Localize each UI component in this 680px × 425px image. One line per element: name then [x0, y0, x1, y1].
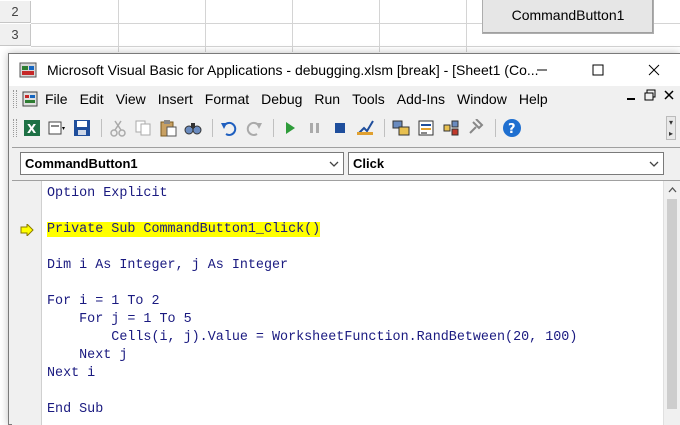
object-dropdown[interactable]: CommandButton1 — [20, 152, 344, 175]
execution-arrow-icon — [20, 224, 34, 236]
window-title: Microsoft Visual Basic for Applications … — [47, 62, 539, 78]
project-explorer-icon[interactable] — [390, 117, 412, 139]
toolbar-overflow-button[interactable]: ▾ ▸ — [666, 116, 676, 140]
title-bar[interactable]: Microsoft Visual Basic for Applications … — [9, 54, 680, 86]
code-lines: Option Explicit Private Sub CommandButto… — [47, 185, 577, 419]
menu-help[interactable]: Help — [513, 91, 554, 107]
code-line: Next j — [47, 348, 128, 363]
mdi-minimize-icon[interactable] — [626, 89, 636, 101]
toolbox-icon[interactable] — [465, 117, 487, 139]
maximize-button[interactable] — [575, 54, 621, 86]
menu-view[interactable]: View — [110, 91, 152, 107]
menu-insert[interactable]: Insert — [152, 91, 199, 107]
command-button[interactable]: CommandButton1 — [482, 0, 654, 34]
find-icon[interactable] — [182, 117, 204, 139]
minimize-icon — [537, 69, 547, 71]
code-line: For j = 1 To 5 — [47, 312, 192, 327]
redo-icon[interactable] — [243, 117, 265, 139]
menu-window[interactable]: Window — [451, 91, 513, 107]
code-editor[interactable]: Option Explicit Private Sub CommandButto… — [12, 180, 680, 425]
grid-line — [466, 0, 467, 52]
row-header[interactable]: 2 — [0, 1, 31, 23]
mdi-restore-icon[interactable] — [644, 89, 656, 101]
code-line: Cells(i, j).Value = WorksheetFunction.Ra… — [47, 330, 578, 345]
design-mode-icon[interactable] — [354, 117, 376, 139]
vba-doc-icon[interactable] — [21, 90, 39, 108]
code-line: End Sub — [47, 402, 104, 417]
menu-format[interactable]: Format — [199, 91, 255, 107]
object-dropdown-value: CommandButton1 — [25, 156, 138, 171]
scroll-up-icon[interactable] — [664, 181, 680, 198]
scrollbar-thumb[interactable] — [667, 199, 677, 409]
chevron-down-icon[interactable] — [325, 153, 343, 174]
menu-run[interactable]: Run — [308, 91, 346, 107]
paste-icon[interactable] — [157, 117, 179, 139]
menu-addins[interactable]: Add-Ins — [391, 91, 451, 107]
help-icon[interactable]: ? — [501, 117, 523, 139]
close-icon — [648, 64, 660, 76]
break-icon[interactable] — [304, 117, 326, 139]
run-icon[interactable] — [279, 117, 301, 139]
toolbar-separator — [101, 119, 102, 137]
menu-debug[interactable]: Debug — [255, 91, 308, 107]
standard-toolbar: X ? ▾ ▸ — [9, 114, 680, 142]
toolbar-separator — [495, 119, 496, 137]
toolbar-grip[interactable] — [13, 119, 17, 137]
svg-text:?: ? — [508, 122, 516, 137]
menu-file[interactable]: File — [39, 91, 74, 107]
grid-line — [31, 46, 680, 47]
minimize-button[interactable] — [519, 54, 565, 86]
copy-icon[interactable] — [132, 117, 154, 139]
row-header[interactable]: 3 — [0, 24, 31, 46]
svg-text:X: X — [27, 122, 37, 136]
code-line: For i = 1 To 2 — [47, 294, 160, 309]
menu-bar: File Edit View Insert Format Debug Run T… — [9, 87, 680, 111]
vba-editor-window: Microsoft Visual Basic for Applications … — [8, 53, 680, 425]
insert-module-icon[interactable] — [46, 117, 68, 139]
code-line: Dim i As Integer, j As Integer — [47, 258, 289, 273]
menu-edit[interactable]: Edit — [74, 91, 110, 107]
mdi-close-icon[interactable] — [664, 89, 674, 101]
code-line: Option Explicit — [47, 186, 168, 201]
mdi-controls — [626, 89, 674, 101]
code-window: CommandButton1 Click Option Explicit Pri… — [12, 147, 680, 425]
undo-icon[interactable] — [218, 117, 240, 139]
procedure-dropdown[interactable]: Click — [348, 152, 664, 175]
grid-line — [379, 0, 380, 52]
toolbar-separator — [384, 119, 385, 137]
menu-tools[interactable]: Tools — [346, 91, 391, 107]
code-line: Next i — [47, 366, 96, 381]
close-button[interactable] — [631, 54, 677, 86]
save-icon[interactable] — [71, 117, 93, 139]
object-browser-icon[interactable] — [440, 117, 462, 139]
grid-line — [205, 0, 206, 52]
procedure-dropdown-value: Click — [353, 156, 385, 171]
margin-indicator-bar[interactable] — [12, 181, 42, 425]
toolbar-separator — [273, 119, 274, 137]
reset-icon[interactable] — [329, 117, 351, 139]
excel-icon[interactable]: X — [21, 117, 43, 139]
grid-line — [118, 0, 119, 52]
highlighted-code-line: Private Sub CommandButton1_Click() — [47, 222, 321, 237]
grid-line — [292, 0, 293, 52]
menubar-grip[interactable] — [13, 90, 17, 108]
vertical-scrollbar[interactable] — [663, 181, 680, 425]
properties-icon[interactable] — [415, 117, 437, 139]
excel-sheet: 2 3 CommandButton1 — [0, 0, 680, 52]
maximize-icon — [592, 64, 604, 76]
chevron-down-icon[interactable] — [645, 153, 663, 174]
cut-icon[interactable] — [107, 117, 129, 139]
toolbar-separator — [212, 119, 213, 137]
vba-app-icon — [19, 62, 37, 78]
